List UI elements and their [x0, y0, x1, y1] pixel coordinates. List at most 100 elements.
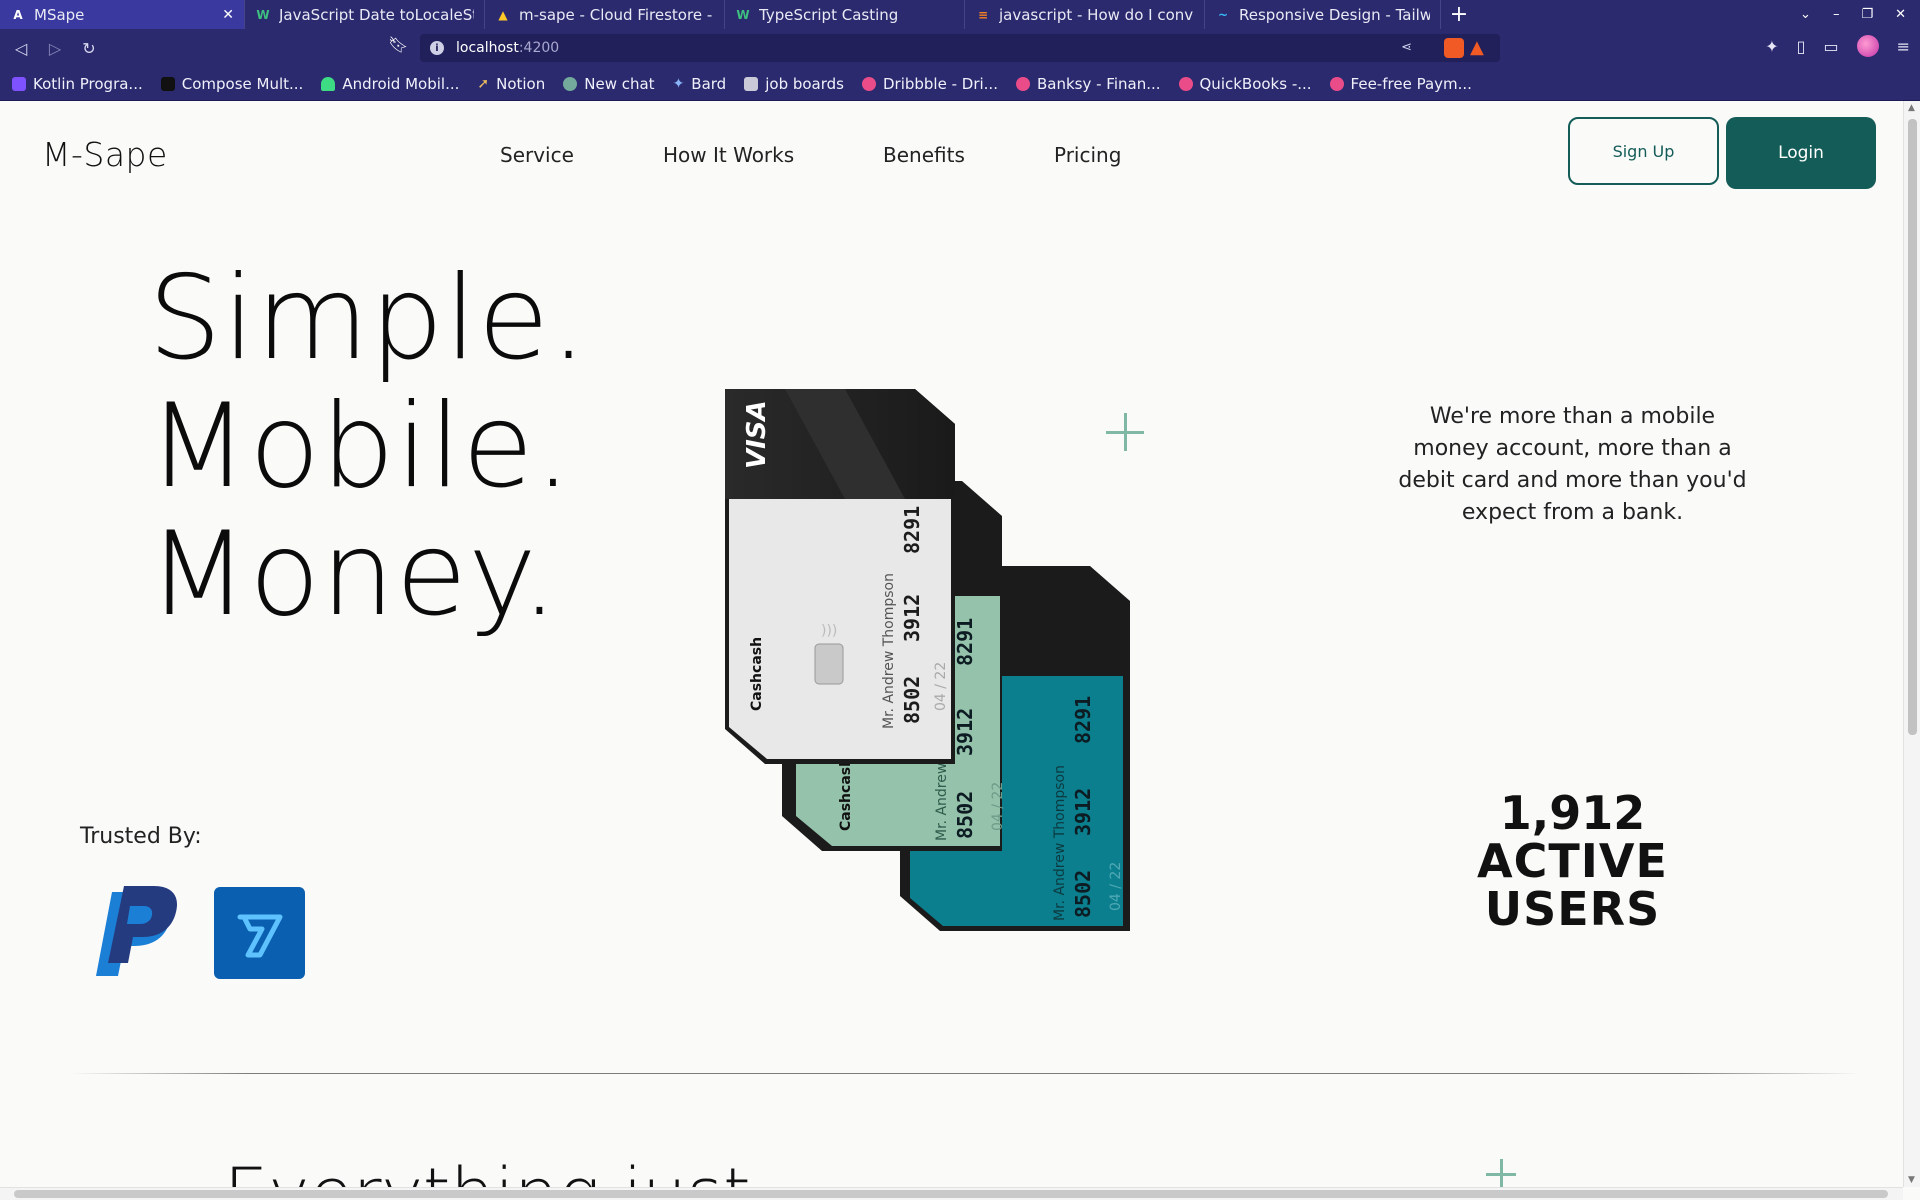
close-window-icon[interactable]: ✕ [1895, 7, 1906, 22]
hero-line-money: Money. [148, 507, 559, 642]
active-users-label-2: USERS [1484, 882, 1661, 936]
sidebar-icon[interactable]: ▯ [1797, 37, 1806, 56]
tab-title: javascript - How do I convert a [999, 5, 1194, 24]
chatgpt-icon [563, 77, 578, 91]
bookmark-label: Notion [496, 75, 546, 93]
share-icon[interactable]: ⋖ [1401, 40, 1412, 55]
bookmark-quickbooks[interactable]: QuickBooks -... [1178, 75, 1312, 93]
minimize-icon[interactable]: – [1833, 7, 1840, 22]
card-holder: Mr. Andrew Thompson [881, 573, 897, 729]
bookmark-compose[interactable]: Compose Mult... [160, 75, 303, 93]
wise-logo [214, 887, 305, 979]
bookmark-dribbble[interactable]: Dribbble - Dri... [861, 75, 998, 93]
vertical-scrollbar[interactable]: ▲ ▼ [1903, 101, 1920, 1187]
card-number: 8291 [953, 618, 977, 666]
bookmark-label: QuickBooks -... [1199, 75, 1312, 93]
tab-title: TypeScript Casting [759, 5, 899, 24]
site-info-icon[interactable]: i [430, 41, 444, 55]
card-issuer: Cashcash [749, 637, 765, 711]
scrollbar-thumb[interactable] [14, 1190, 1888, 1198]
hero-line-mobile: Mobile. [148, 379, 573, 514]
card-number: 8502 [900, 676, 924, 724]
site-logo[interactable]: M-Sape [42, 135, 168, 174]
reload-icon[interactable]: ↻ [76, 36, 102, 62]
dribbble-icon [1178, 77, 1193, 91]
restore-icon[interactable]: ❐ [1861, 7, 1873, 22]
bookmark-label: New chat [584, 75, 655, 93]
hero-tagline: We're more than a mobile money account, … [1398, 404, 1747, 525]
section-heading: Everything just [224, 1153, 751, 1187]
card-number: 3912 [900, 594, 924, 642]
nav-how-it-works[interactable]: How It Works [663, 143, 794, 167]
tab-javascript-date[interactable]: W JavaScript Date toLocaleString [245, 0, 485, 29]
bookmark-job-boards[interactable]: job boards [744, 75, 844, 93]
bookmark-page-icon[interactable]: 🔖︎ [388, 35, 408, 54]
address-bar[interactable]: i localhost:4200 ⋖ ▲ [420, 34, 1500, 62]
bookmark-label: Kotlin Progra... [33, 75, 143, 93]
tab-stackoverflow[interactable]: ≡ javascript - How do I convert a [965, 0, 1205, 29]
bookmark-banksy[interactable]: Banksy - Finan... [1015, 75, 1161, 93]
bookmark-label: Android Mobil... [342, 75, 460, 93]
bookmark-kotlin[interactable]: Kotlin Progra... [12, 75, 143, 93]
menu-icon[interactable]: ≡ [1897, 37, 1910, 56]
scroll-up-icon[interactable]: ▲ [1908, 103, 1915, 113]
bookmark-label: Fee-free Paym... [1350, 75, 1472, 93]
bookmark-notion[interactable]: ➚ Notion [477, 75, 545, 93]
extensions-icon[interactable]: ✦ [1765, 37, 1778, 56]
new-tab-button[interactable]: + [1441, 0, 1477, 29]
window-controls: ⌄ – ❐ ✕ [1800, 0, 1920, 29]
stackoverflow-icon: ≡ [977, 7, 989, 22]
url-port: :4200 [518, 40, 560, 56]
wise-arrow-icon [237, 914, 283, 958]
browser-tab-strip: A MSape ✕ W JavaScript Date toLocaleStri… [0, 0, 1920, 29]
active-users-label-1: ACTIVE [1477, 834, 1668, 888]
brave-shields-icon[interactable] [1444, 38, 1464, 58]
bookmarks-bar: Kotlin Progra... Compose Mult... Android… [0, 68, 1920, 101]
nav-benefits[interactable]: Benefits [883, 143, 965, 167]
brave-rewards-icon[interactable]: ▲ [1470, 38, 1490, 58]
trusted-by-label: Trusted By: [80, 824, 202, 849]
contactless-icon: ))) [821, 623, 837, 639]
tab-title: JavaScript Date toLocaleString [279, 5, 474, 24]
profile-avatar[interactable] [1856, 35, 1879, 57]
scrollbar-thumb[interactable] [1908, 119, 1917, 735]
tab-title: Responsive Design - Tailwind [1239, 5, 1430, 24]
nav-service[interactable]: Service [500, 143, 574, 167]
forward-icon[interactable]: ▷ [42, 36, 68, 62]
close-tab-icon[interactable]: ✕ [222, 7, 234, 23]
tab-list-icon[interactable]: ⌄ [1800, 7, 1811, 22]
back-icon[interactable]: ◁ [8, 36, 34, 62]
bookmark-bard[interactable]: ✦ Bard [673, 75, 727, 93]
sparkle-icon: ✦ [672, 76, 685, 92]
bookmark-fee-free[interactable]: Fee-free Paym... [1329, 75, 1472, 93]
tab-tailwind[interactable]: ~ Responsive Design - Tailwind [1205, 0, 1441, 29]
bookmark-label: Bard [691, 75, 727, 93]
bookmark-label: job boards [765, 75, 844, 93]
tab-typescript-casting[interactable]: W TypeScript Casting [725, 0, 965, 29]
paypal-logo [96, 886, 178, 976]
folder-icon [744, 77, 759, 91]
login-button[interactable]: Login [1726, 117, 1876, 189]
debit-cards-illustration: 8291 3912 8502 Mr. Andrew Thompson 04 / … [725, 389, 1130, 931]
wallet-icon[interactable]: ▭ [1823, 37, 1838, 56]
signup-button[interactable]: Sign Up [1568, 117, 1719, 185]
android-icon [321, 77, 336, 91]
firebase-icon: ▲ [498, 7, 508, 22]
bookmark-new-chat[interactable]: New chat [563, 75, 655, 93]
horizontal-scrollbar[interactable] [0, 1187, 1903, 1200]
dribbble-icon [1329, 77, 1344, 91]
tab-title: m-sape - Cloud Firestore - Fire [519, 5, 714, 24]
w3schools-icon: W [256, 7, 270, 22]
card-white: VISA 8291 3912 8502 Mr. Andrew Thompson … [725, 389, 955, 764]
tab-firestore[interactable]: ▲ m-sape - Cloud Firestore - Fire [485, 0, 725, 29]
bookmark-label: Dribbble - Dri... [882, 75, 998, 93]
scroll-down-icon[interactable]: ▼ [1908, 1175, 1915, 1185]
active-users-count: 1,912 [1499, 786, 1646, 840]
rocket-icon: ➚ [477, 76, 490, 92]
tab-msape[interactable]: A MSape ✕ [0, 0, 245, 29]
plus-decoration-icon [1486, 1159, 1516, 1187]
bookmark-label: Banksy - Finan... [1036, 75, 1161, 93]
nav-pricing[interactable]: Pricing [1054, 143, 1121, 167]
bookmark-android[interactable]: Android Mobil... [321, 75, 459, 93]
card-number: 3912 [1071, 788, 1095, 836]
